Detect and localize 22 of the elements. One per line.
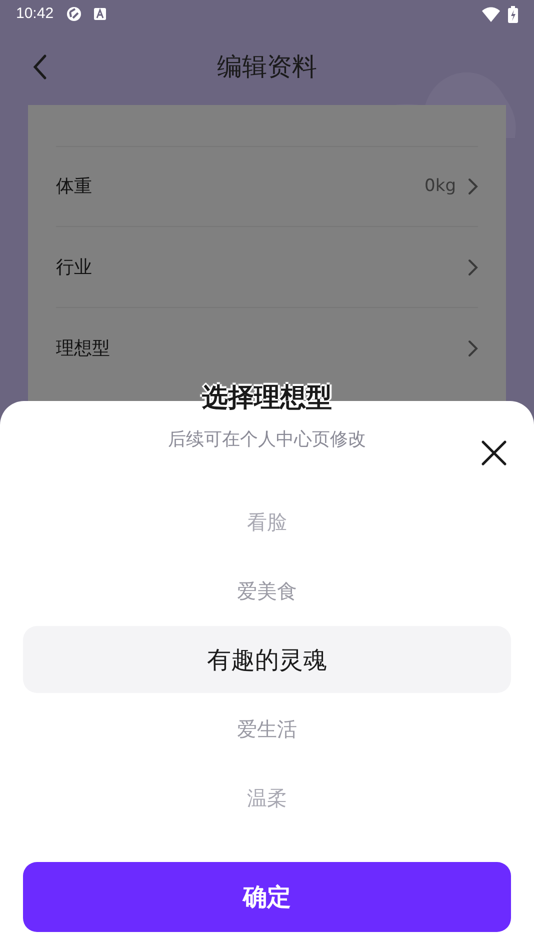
picker-option[interactable]: 温柔 [23, 764, 511, 831]
battery-icon [508, 6, 518, 22]
page-title: 编辑资料 [217, 50, 317, 83]
status-time: 10:42 [16, 4, 54, 24]
chevron-right-icon [468, 340, 478, 357]
picker-option[interactable]: 有趣的灵魂 [23, 626, 511, 693]
picker-option[interactable]: 看脸 [23, 488, 511, 555]
app-status-icon [66, 6, 82, 22]
sheet-subtitle: 后续可在个人中心页修改 [168, 428, 366, 452]
close-icon [481, 440, 507, 466]
close-button[interactable] [480, 439, 508, 467]
confirm-button[interactable]: 确定 [23, 862, 511, 932]
picker-option[interactable]: 爱生活 [23, 695, 511, 762]
row-label: 体重 [56, 175, 92, 199]
chevron-right-icon [468, 178, 478, 195]
row-label: 理想型 [56, 337, 110, 361]
row-label: 行业 [56, 256, 92, 280]
row-value: 0kg [424, 174, 456, 198]
keyboard-status-icon [94, 8, 106, 20]
chevron-right-icon [468, 258, 478, 276]
wifi-icon [482, 6, 500, 22]
picker-option[interactable]: 爱美食 [23, 557, 511, 624]
